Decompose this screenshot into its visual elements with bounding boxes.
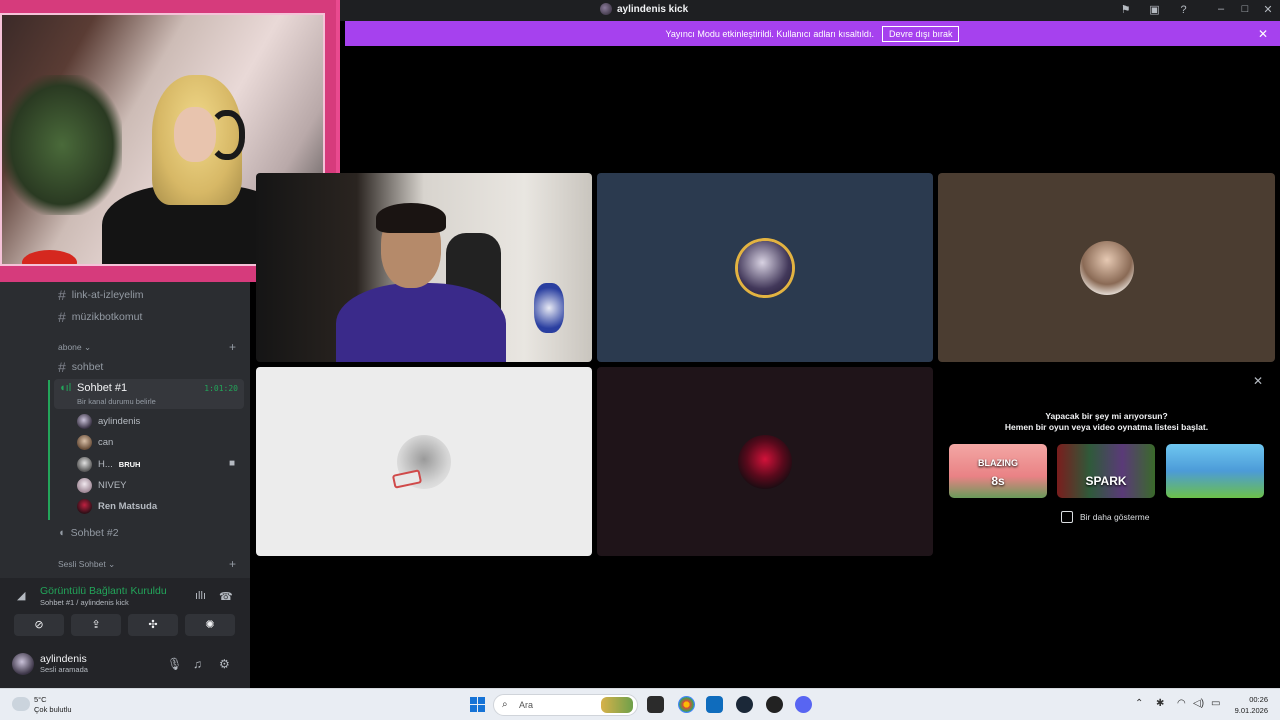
voice-timer: 1:01:20	[204, 384, 238, 393]
avatar	[1079, 240, 1134, 295]
settings-gear-icon[interactable]: ⚙	[219, 657, 230, 671]
close-banner-icon[interactable]: ✕	[1258, 27, 1268, 41]
game-card-spark[interactable]: SPARK	[1057, 444, 1155, 498]
wifi-icon[interactable]: ◠	[1177, 698, 1186, 709]
screen-share-button[interactable]: ⇪	[71, 614, 121, 636]
voice-channel-sohbet-2[interactable]: ◖ Sohbet #2	[58, 527, 119, 539]
banner-message: Yayıncı Modu etkinleştirildi. Kullanıcı …	[665, 28, 874, 39]
steam-icon[interactable]	[736, 696, 753, 713]
app-icon[interactable]	[766, 696, 783, 713]
volume-icon[interactable]: ◁)	[1193, 698, 1204, 709]
connection-signal-icon[interactable]: ◢	[17, 589, 25, 602]
cloud-icon[interactable]	[12, 697, 30, 711]
avatar[interactable]	[12, 653, 34, 675]
voice-user-h[interactable]: H... BRUH	[77, 457, 140, 472]
voice-user-can[interactable]: can	[77, 435, 113, 450]
avatar	[77, 457, 92, 472]
activity-suggestion-panel: ✕ Yapacak bir şey mi arıyorsun? Hemen bi…	[938, 367, 1275, 556]
user-panel: aylindenis Sesli aramada 🎙︎ ♫ ⚙	[0, 642, 250, 688]
headphones-icon[interactable]: ♫	[193, 657, 202, 671]
hash-icon: #	[58, 309, 66, 325]
weather-condition[interactable]: Çok bulutlu	[34, 705, 72, 714]
activity-title: Yapacak bir şey mi arıyorsun?	[1045, 411, 1168, 421]
chevron-up-icon[interactable]: ⌃	[1135, 698, 1143, 709]
activity-subtitle: Hemen bir oyun veya video oynatma listes…	[1004, 422, 1209, 432]
voice-speaker-icon: ◖ıl	[59, 382, 72, 394]
taskbar-search[interactable]: ⌕ Ara	[493, 694, 638, 716]
chrome-icon[interactable]	[678, 696, 695, 713]
category-abone[interactable]: abone ⌄	[58, 342, 91, 353]
add-voice-channel-icon[interactable]: +	[229, 557, 236, 571]
channel-status-hint[interactable]: Bir kanal durumu belirle	[77, 397, 156, 406]
game-card-3[interactable]	[1166, 444, 1264, 498]
battery-icon[interactable]: ▭	[1211, 698, 1220, 709]
voice-connected-panel: ◢ Görüntülü Bağlantı Kuruldu Sohbet #1 /…	[0, 578, 250, 642]
server-avatar-icon	[600, 3, 612, 15]
avatar	[77, 414, 92, 429]
user-status: Sesli aramada	[40, 665, 88, 674]
hash-icon: #	[58, 287, 66, 303]
channel-sohbet[interactable]: # sohbet	[58, 359, 103, 375]
taskbar-clock[interactable]: 00:26 9.01.2026	[1232, 694, 1268, 716]
voice-user-ren-matsuda[interactable]: Ren Matsuda	[77, 499, 157, 514]
soundboard-button[interactable]: ✺	[185, 614, 235, 636]
video-tile-can-camera[interactable]	[256, 173, 592, 362]
close-activity-icon[interactable]: ✕	[1253, 374, 1263, 388]
connection-status: Görüntülü Bağlantı Kuruldu	[40, 585, 167, 597]
connection-location[interactable]: Sohbet #1 / aylindenis kick	[40, 598, 129, 607]
task-view-icon[interactable]	[647, 696, 664, 713]
status-badge: BRUH	[118, 460, 141, 469]
voice-user-nivey[interactable]: NIVEY	[77, 478, 127, 493]
video-tile-participant[interactable]	[938, 173, 1275, 362]
weather-temp[interactable]: 5°C	[34, 695, 47, 704]
avatar	[738, 434, 792, 489]
window-title: aylindenis kick	[600, 3, 688, 15]
active-voice-channel[interactable]: ◖ıl Sohbet #1 1:01:20 Bir kanal durumu b…	[54, 379, 244, 409]
voice-connection-line	[48, 380, 50, 520]
speaker-icon: ◖	[58, 527, 65, 539]
username[interactable]: aylindenis	[40, 653, 87, 665]
video-tile-ren-matsuda[interactable]	[597, 367, 933, 556]
noise-suppression-icon[interactable]: ıllı	[195, 590, 206, 602]
hash-icon: #	[58, 359, 66, 375]
dont-show-label[interactable]: Bir daha gösterme	[1080, 512, 1149, 522]
search-icon: ⌕	[502, 699, 508, 710]
channel-muzikbotkomut[interactable]: # müzikbotkomut	[58, 309, 142, 325]
add-channel-icon[interactable]: +	[229, 340, 236, 354]
inbox-icon[interactable]: ▣	[1148, 4, 1161, 17]
store-icon[interactable]	[706, 696, 723, 713]
maximize-icon[interactable]: □	[1235, 3, 1255, 15]
video-tile-aylindenis[interactable]	[597, 173, 933, 362]
avatar	[77, 478, 92, 493]
windows-taskbar: 5°C Çok bulutlu ⌕ Ara ⌃ ✱ ◠ ◁) ▭ 00:26 9…	[0, 688, 1280, 720]
microphone-icon[interactable]: 🎙︎	[167, 657, 182, 671]
voice-user-aylindenis[interactable]: aylindenis	[77, 414, 140, 429]
headset-icon	[209, 110, 245, 160]
minimize-icon[interactable]: –	[1211, 3, 1231, 15]
camera-icon: ■	[229, 458, 236, 469]
disable-streamer-mode-button[interactable]: Devre dışı bırak	[881, 25, 960, 42]
category-sesli-sohbet[interactable]: Sesli Sohbet ⌄	[58, 559, 115, 570]
disconnect-icon[interactable]: ☎	[219, 590, 233, 603]
bluetooth-icon[interactable]: ✱	[1156, 698, 1164, 709]
inbox-flag-icon[interactable]: ⚑	[1119, 4, 1132, 17]
close-window-icon[interactable]: ✕	[1258, 3, 1278, 16]
avatar	[77, 499, 92, 514]
help-icon[interactable]: ?	[1177, 4, 1190, 17]
discord-icon[interactable]	[795, 696, 812, 713]
streamer-mode-banner: Yayıncı Modu etkinleştirildi. Kullanıcı …	[345, 21, 1280, 46]
avatar	[738, 240, 792, 295]
start-button[interactable]	[470, 697, 485, 712]
activity-button[interactable]: ✣	[128, 614, 178, 636]
game-card-blazing-8s[interactable]: BLAZING 8s	[949, 444, 1047, 498]
channel-link-at-izleyelim[interactable]: # link-at-izleyelim	[58, 287, 144, 303]
dont-show-checkbox[interactable]	[1061, 511, 1073, 523]
video-tile-nivey[interactable]	[256, 367, 592, 556]
search-highlight-icon	[601, 697, 633, 713]
camera-off-button[interactable]: ⊘	[14, 614, 64, 636]
avatar	[77, 435, 92, 450]
